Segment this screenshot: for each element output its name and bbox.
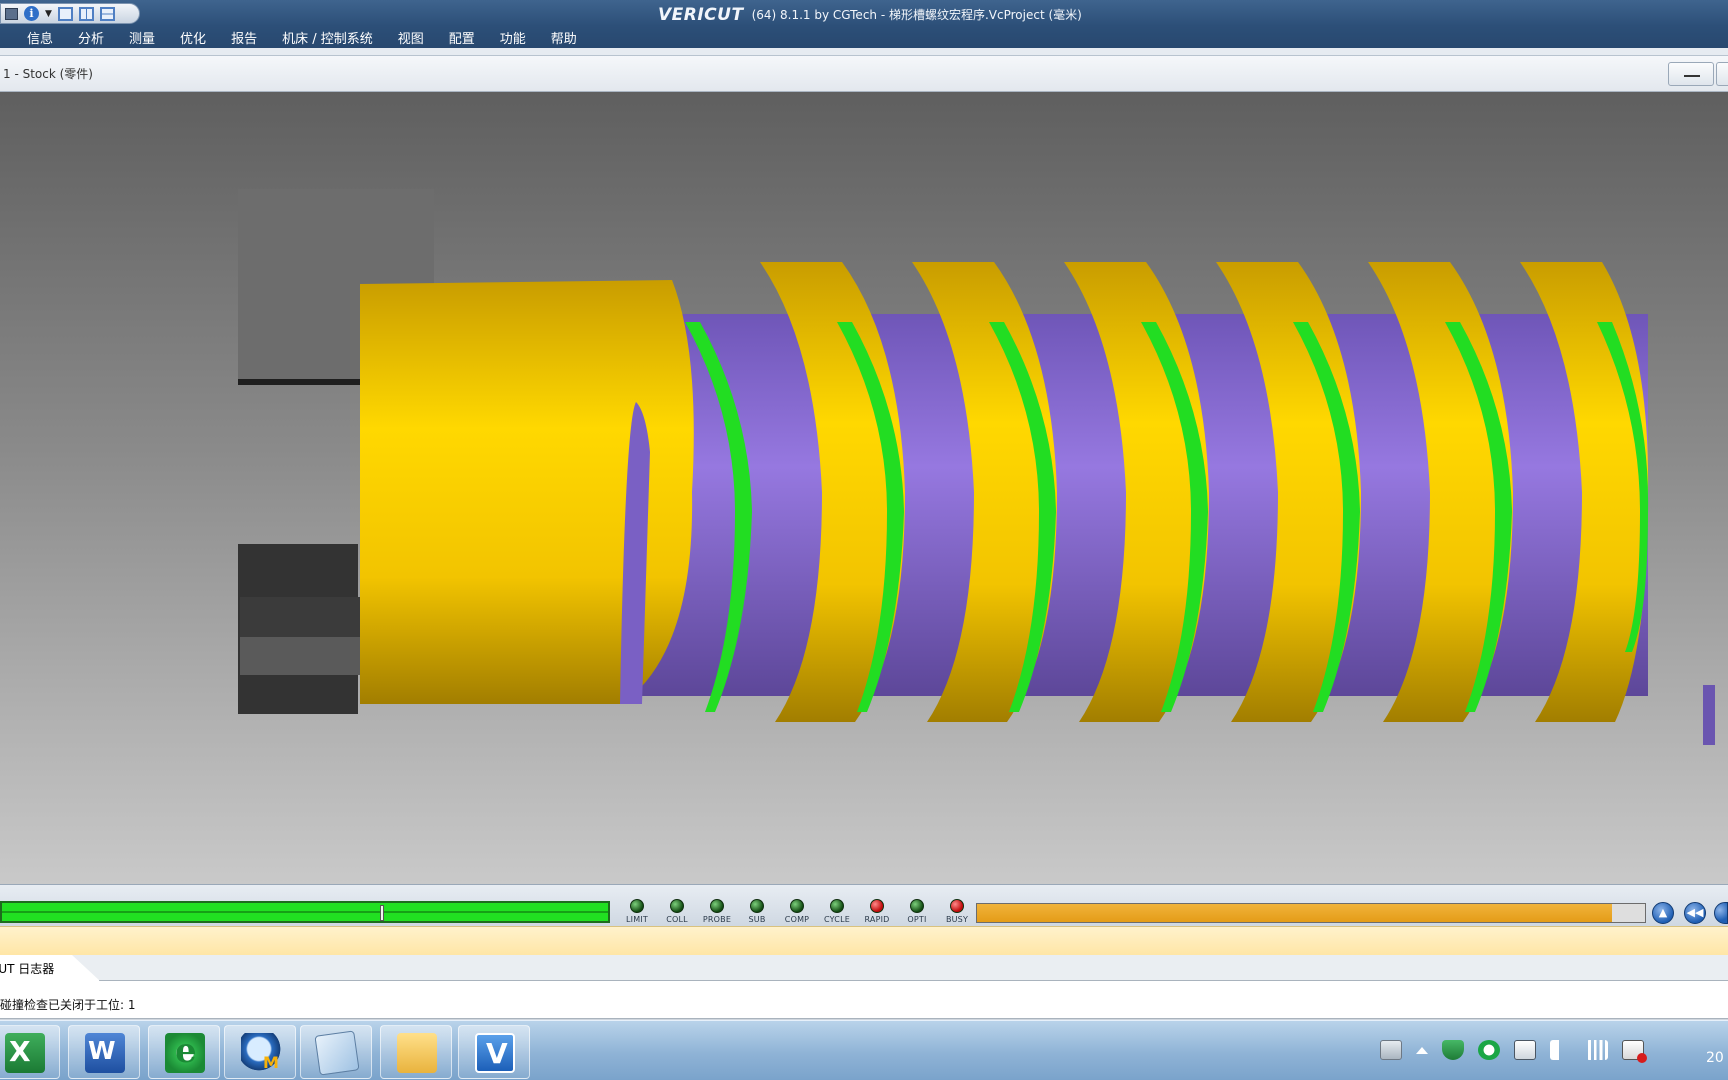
speaker-icon[interactable] [1550, 1040, 1572, 1060]
quick-access-toolbar: i ▼ [0, 3, 140, 24]
menu-report[interactable]: 报告 [231, 28, 257, 47]
file-progress-fill [977, 904, 1612, 922]
menu-function[interactable]: 功能 [500, 28, 526, 47]
led-busy: BUSY [937, 899, 977, 924]
led-coll: COLL [657, 899, 697, 924]
brand-logo: VERICUT [658, 5, 744, 25]
led-cycle-icon [830, 899, 844, 913]
taskbar-excel[interactable] [0, 1025, 60, 1079]
toolbar-strip [0, 48, 1728, 56]
led-cycle: CYCLE [817, 899, 857, 924]
system-tray [1380, 1020, 1647, 1080]
clipboard-icon[interactable] [1514, 1040, 1536, 1060]
action-center-flag-icon[interactable] [1622, 1040, 1647, 1063]
folder-icon [397, 1033, 437, 1073]
keyboard-icon[interactable] [1380, 1040, 1402, 1060]
taskbar-word[interactable] [68, 1025, 140, 1079]
led-sub-icon [750, 899, 764, 913]
taskbar-vericut[interactable] [458, 1025, 530, 1079]
led-limit-icon [630, 899, 644, 913]
security-shield-icon[interactable] [1442, 1040, 1464, 1060]
tool-indicator [1703, 685, 1715, 745]
rewind-icon[interactable]: ◀◀ [1684, 902, 1706, 924]
log-tabs: CUT 日志器 [0, 955, 1728, 981]
notepad-icon [314, 1030, 360, 1076]
led-opti: OPTI [897, 899, 937, 924]
view-title: 1 - Stock (零件) [3, 67, 93, 81]
menu-view[interactable]: 视图 [398, 28, 424, 47]
led-comp: COMP [777, 899, 817, 924]
show-hidden-icons-icon[interactable] [1416, 1046, 1428, 1054]
network-icon[interactable] [1586, 1040, 1608, 1060]
menu-measure[interactable]: 测量 [129, 28, 155, 47]
word-icon [85, 1033, 125, 1073]
ie-icon [165, 1031, 205, 1073]
chevron-down-icon[interactable]: ▼ [45, 9, 52, 19]
view-options-button[interactable] [1716, 62, 1728, 86]
magnifier-icon [241, 1033, 281, 1073]
status-indicators: LIMIT COLL PROBE SUB COMP CYCLE RAPID OP… [617, 899, 977, 924]
led-coll-icon [670, 899, 684, 913]
clock[interactable]: 20 [1706, 1050, 1724, 1066]
led-comp-icon [790, 899, 804, 913]
tab-log-label: CUT 日志器 [0, 962, 55, 976]
title-bar: i ▼ VERICUT (64) 8.1.1 by CGTech - 梯形槽螺纹宏… [0, 0, 1728, 26]
single-view-icon[interactable] [57, 6, 73, 21]
slider-thumb[interactable] [380, 905, 384, 921]
led-limit: LIMIT [617, 899, 657, 924]
menu-optimize[interactable]: 优化 [180, 28, 206, 47]
animation-speed-slider[interactable] [0, 901, 610, 923]
play-icon[interactable] [1714, 902, 1728, 924]
menu-analysis[interactable]: 分析 [78, 28, 104, 47]
vericut-icon [475, 1033, 515, 1073]
menu-machine-control[interactable]: 机床 / 控制系统 [282, 28, 373, 47]
minimize-view-button[interactable] [1668, 62, 1714, 86]
led-sub: SUB [737, 899, 777, 924]
excel-icon [5, 1033, 45, 1073]
eject-icon[interactable]: ▲ [1652, 902, 1674, 924]
menu-help[interactable]: 帮助 [551, 28, 577, 47]
led-opti-icon [910, 899, 924, 913]
part-model [238, 189, 1715, 745]
split-vertical-icon[interactable] [78, 6, 94, 21]
window-title: VERICUT (64) 8.1.1 by CGTech - 梯形槽螺纹宏程序.V… [658, 4, 1082, 25]
split-horizontal-icon[interactable] [99, 6, 115, 21]
document-icon[interactable] [5, 7, 18, 20]
log-message: 碰撞检查已关闭于工位: 1 [0, 998, 136, 1012]
status-bar: LIMIT COLL PROBE SUB COMP CYCLE RAPID OP… [0, 884, 1728, 926]
info-icon[interactable]: i [24, 6, 39, 21]
taskbar-notepad[interactable] [300, 1025, 372, 1079]
menu-config[interactable]: 配置 [449, 28, 475, 47]
led-rapid: RAPID [857, 899, 897, 924]
taskbar-ie[interactable] [148, 1025, 220, 1079]
led-rapid-icon [870, 899, 884, 913]
led-probe-icon [710, 899, 724, 913]
tab-log[interactable]: CUT 日志器 [0, 955, 100, 981]
window-title-text: (64) 8.1.1 by CGTech - 梯形槽螺纹宏程序.VcProjec… [751, 8, 1082, 22]
taskbar-magnifier[interactable] [224, 1025, 296, 1079]
file-progress-bar [976, 903, 1646, 923]
sync-icon[interactable] [1478, 1040, 1500, 1060]
message-strip [0, 926, 1728, 955]
led-probe: PROBE [697, 899, 737, 924]
log-panel[interactable]: 碰撞检查已关闭于工位: 1 [0, 981, 1728, 1019]
menu-info[interactable]: 信息 [27, 28, 53, 47]
led-busy-icon [950, 899, 964, 913]
view-header: 1 - Stock (零件) [0, 56, 1728, 92]
taskbar-explorer[interactable] [380, 1025, 452, 1079]
menu-bar: 信息 分析 测量 优化 报告 机床 / 控制系统 视图 配置 功能 帮助 [0, 26, 1728, 48]
graphics-viewport[interactable] [0, 92, 1728, 884]
